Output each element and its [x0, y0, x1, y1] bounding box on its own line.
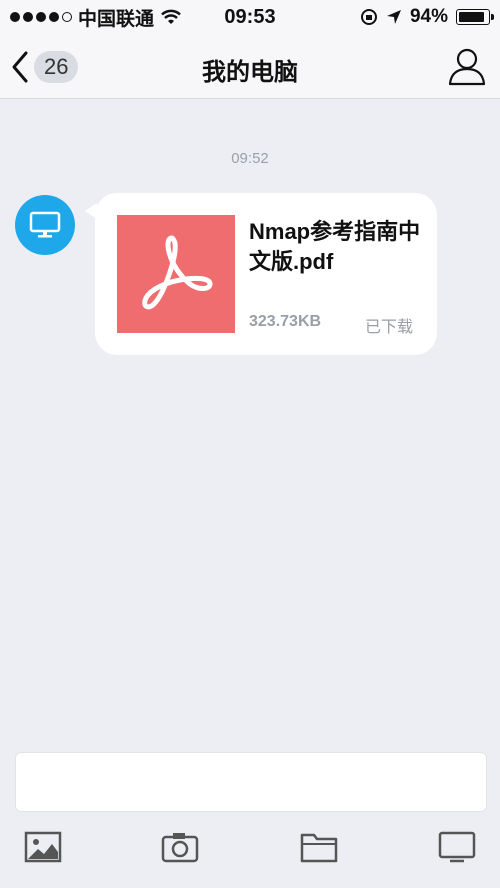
computer-avatar[interactable]: [15, 195, 75, 255]
battery-fill: [459, 12, 485, 22]
bottom-toolbar: [0, 818, 500, 888]
wifi-icon: [161, 9, 181, 24]
screen-icon: [438, 831, 476, 863]
file-name: Nmap参考指南中文版.pdf: [249, 219, 421, 274]
profile-button[interactable]: [448, 46, 486, 91]
folder-icon: [300, 833, 338, 863]
monitor-icon: [29, 211, 61, 238]
camera-icon: [161, 833, 199, 863]
carrier-label: 中国联通: [78, 8, 155, 30]
bubble-tail: [85, 203, 97, 219]
person-icon: [448, 48, 486, 86]
nav-bar: 26 我的电脑: [0, 34, 500, 99]
status-right: 94%: [360, 6, 500, 28]
battery-percent: 94%: [409, 6, 448, 27]
page-title: 我的电脑: [202, 59, 298, 86]
image-button[interactable]: [24, 830, 62, 869]
file-size: 323.73KB: [249, 313, 322, 330]
acrobat-icon: [142, 235, 213, 310]
signal-icon: [10, 12, 72, 22]
file-message-bubble[interactable]: Nmap参考指南中文版.pdf 323.73KB 已下载: [85, 193, 437, 355]
screen-button[interactable]: [438, 830, 476, 869]
pdf-thumbnail: [117, 215, 235, 333]
folder-button[interactable]: [300, 830, 338, 869]
message-timestamp: 09:52: [231, 150, 269, 167]
rotation-lock-icon: [360, 9, 377, 25]
image-icon: [24, 831, 62, 863]
download-status: 已下载: [364, 319, 413, 336]
battery-icon: [456, 9, 494, 25]
status-bar: 中国联通 09:53 94%: [0, 0, 500, 34]
camera-button[interactable]: [161, 830, 199, 869]
message-input[interactable]: [15, 752, 487, 812]
status-left: 中国联通: [0, 4, 182, 31]
location-icon: [386, 10, 401, 24]
